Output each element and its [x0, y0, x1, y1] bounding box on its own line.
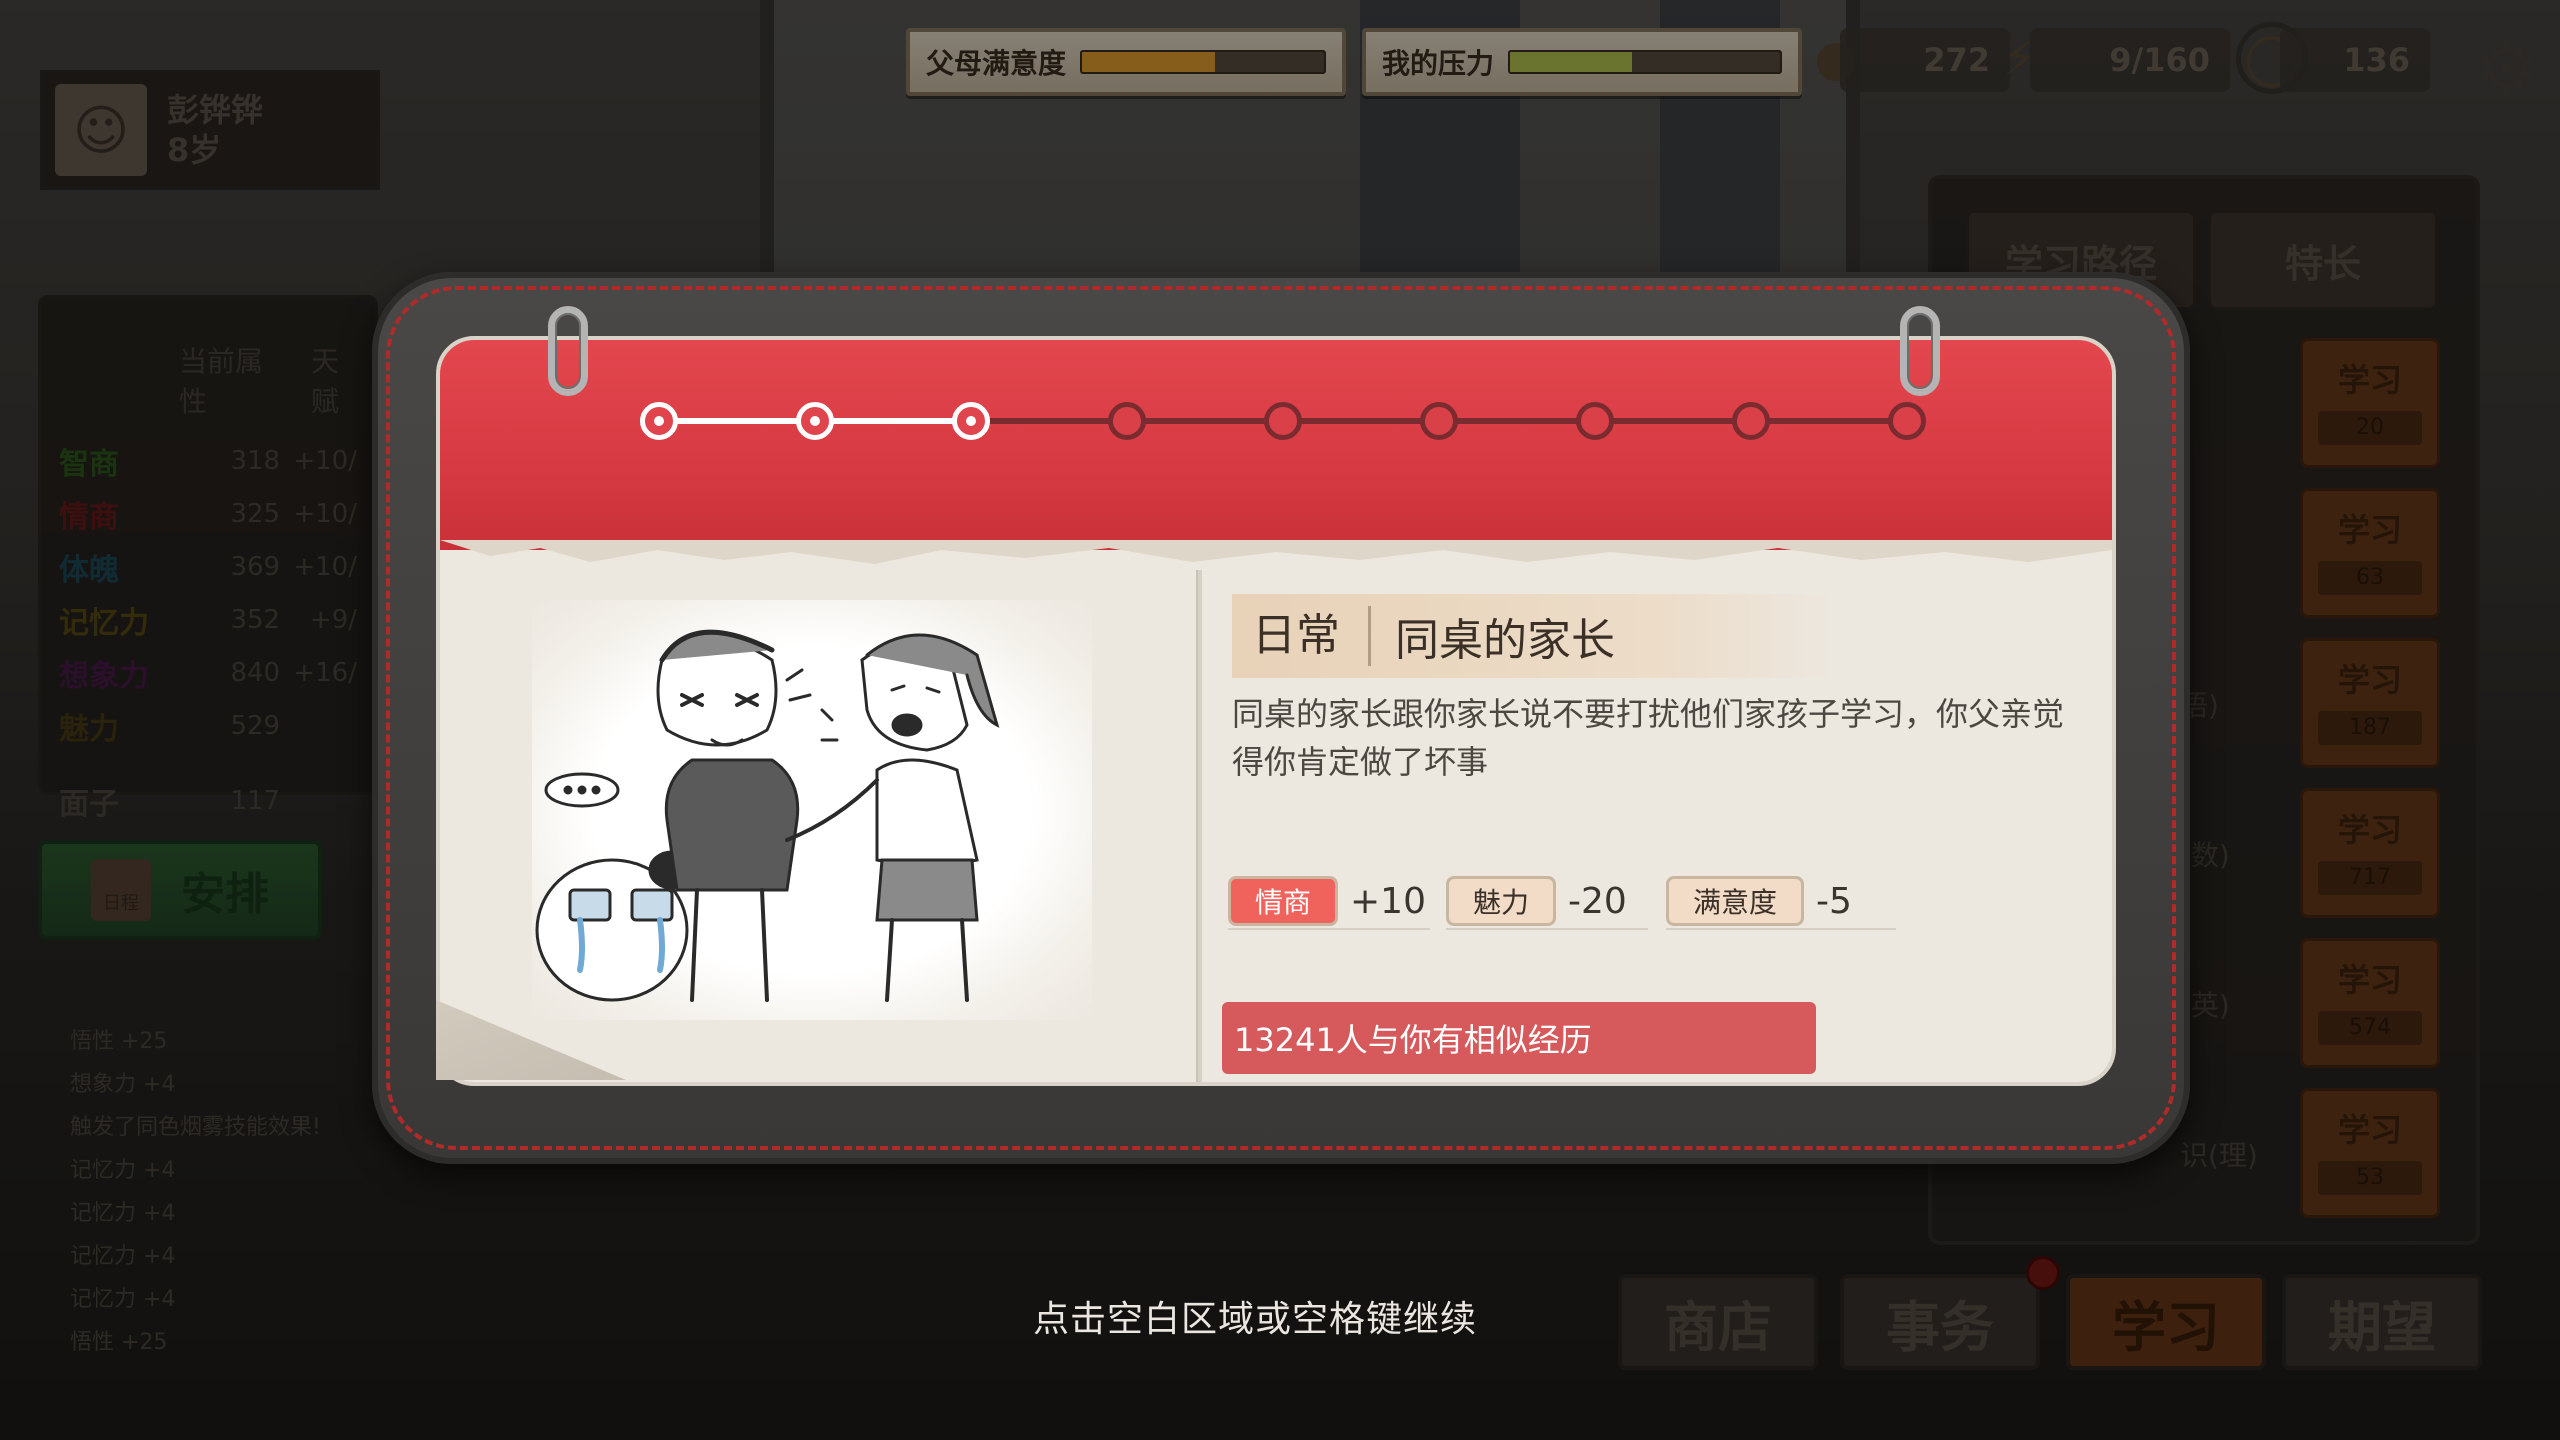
- similar-experience-text: 13241人与你有相似经历: [1234, 1021, 1592, 1059]
- torn-paper-edge: [440, 540, 2112, 564]
- progress-step: [1732, 402, 1770, 440]
- continue-hint: 点击空白区域或空格键继续: [1032, 1299, 1477, 1340]
- progress-step-done: [952, 402, 990, 440]
- effect-value: -20: [1568, 880, 1627, 922]
- effect-value: +10: [1350, 880, 1426, 922]
- event-illustration: [532, 600, 1092, 1020]
- effect-item: 情商 +10: [1228, 876, 1431, 930]
- event-description: 同桌的家长跟你家长说不要打扰他们家孩子学习，你父亲觉得你肯定做了坏事: [1232, 695, 2065, 781]
- progress-step: [1888, 402, 1926, 440]
- progress-step: [1108, 402, 1146, 440]
- effect-item: 魅力 -20: [1446, 876, 1649, 930]
- binder-ring-right: [1900, 306, 1940, 396]
- card-divider: [1196, 570, 1202, 1082]
- progress-step-done: [796, 402, 834, 440]
- effect-item: 满意度 -5: [1666, 876, 1897, 930]
- binder-ring-left: [548, 306, 588, 396]
- event-title: 同桌的家长: [1395, 615, 1615, 666]
- progress-step: [1576, 402, 1614, 440]
- similar-experience-banner: 13241人与你有相似经历: [1222, 1002, 1816, 1074]
- effect-label: 情商: [1228, 876, 1339, 926]
- effect-label: 魅力: [1446, 876, 1557, 926]
- progress-step-done: [640, 402, 678, 440]
- card-header: [440, 340, 2112, 550]
- progress-step: [1264, 402, 1302, 440]
- progress-step: [1420, 402, 1458, 440]
- event-type: 日常: [1232, 606, 1371, 666]
- effect-label: 满意度: [1666, 876, 1805, 926]
- event-illustration-drawing: [535, 629, 1000, 1002]
- effect-value: -5: [1816, 880, 1852, 922]
- event-tag-row: 日常 同桌的家长: [1232, 594, 1832, 678]
